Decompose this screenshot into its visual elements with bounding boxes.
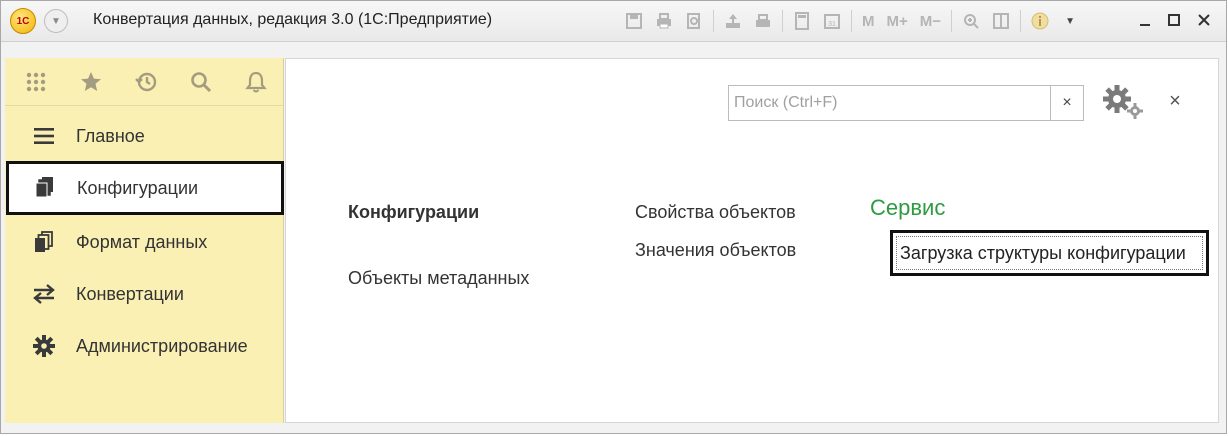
app-window: 1С ▼ Конвертация данных, редакция 3.0 (1…	[0, 0, 1227, 434]
arrows-exchange-icon	[32, 282, 56, 306]
menu-lines-icon	[32, 124, 56, 148]
search-input[interactable]	[729, 86, 1051, 120]
calculator-icon[interactable]	[791, 10, 813, 32]
gears-icon	[1103, 85, 1143, 119]
section-label: Конвертации	[76, 283, 184, 304]
functions-panel: × × Конфигурации Объекты метаданных Свой…	[285, 58, 1219, 423]
close-panel-button[interactable]: ×	[1164, 90, 1186, 112]
memory-subtract-button[interactable]: M−	[920, 13, 941, 30]
section-label: Формат данных	[76, 231, 208, 252]
calendar-icon[interactable]: 31	[821, 10, 843, 32]
search-box: ×	[728, 85, 1084, 121]
calendar-day: 31	[828, 21, 836, 28]
memory-button[interactable]: M	[862, 13, 875, 30]
close-window-button[interactable]	[1192, 7, 1216, 33]
title-bar: 1С ▼ Конвертация данных, редакция 3.0 (1…	[1, 1, 1226, 42]
apps-grid-icon[interactable]	[22, 68, 50, 96]
title-toolbar: 31 M M+ M− ▼	[619, 7, 1085, 35]
main-menu-button[interactable]: ▼	[44, 9, 68, 33]
memory-add-button[interactable]: M+	[887, 13, 908, 30]
link-object-values[interactable]: Значения объектов	[635, 240, 796, 261]
link-label: Загрузка структуры конфигурации	[900, 243, 1186, 263]
bell-icon[interactable]	[242, 68, 270, 96]
section-data-format[interactable]: Формат данных	[5, 216, 283, 268]
print-icon[interactable]	[653, 10, 675, 32]
link-load-config-structure[interactable]: Загрузка структуры конфигурации	[890, 230, 1209, 276]
documents-icon	[33, 175, 57, 199]
sidebar-toolbar	[5, 58, 283, 106]
search-clear-button[interactable]: ×	[1050, 86, 1083, 120]
section-main[interactable]: Главное	[5, 110, 283, 162]
star-icon[interactable]	[77, 68, 105, 96]
zoom-icon[interactable]	[960, 10, 982, 32]
toolbar-separator	[713, 10, 714, 32]
section-administration[interactable]: Администрирование	[5, 320, 283, 372]
toolbar-separator	[782, 10, 783, 32]
window-title: Конвертация данных, редакция 3.0 (1С:Пре…	[93, 11, 493, 28]
fax-icon[interactable]	[752, 10, 774, 32]
app-logo: 1С	[10, 8, 36, 34]
close-icon: ×	[1169, 89, 1181, 112]
upload-icon[interactable]	[722, 10, 744, 32]
toolbar-separator	[951, 10, 953, 32]
minimize-button[interactable]	[1133, 7, 1157, 33]
link-metadata-objects[interactable]: Объекты метаданных	[348, 268, 529, 289]
sections-panel: Главное Конфигурации Формат данных Конве…	[5, 58, 284, 423]
documents-icon	[32, 230, 56, 254]
chevron-down-icon: ▼	[51, 15, 61, 27]
caret-down-icon[interactable]: ▼	[1059, 10, 1081, 32]
info-icon[interactable]	[1029, 10, 1051, 32]
history-icon[interactable]	[132, 68, 160, 96]
maximize-button[interactable]	[1162, 7, 1186, 33]
section-conversions[interactable]: Конвертации	[5, 268, 283, 320]
gear-icon	[32, 334, 56, 358]
settings-button[interactable]	[1102, 84, 1144, 120]
section-configurations[interactable]: Конфигурации	[6, 161, 284, 215]
toolbar-separator	[851, 10, 852, 32]
print-preview-icon[interactable]	[683, 10, 705, 32]
toolbar-separator	[1020, 10, 1022, 32]
search-icon[interactable]	[187, 68, 215, 96]
section-label: Конфигурации	[77, 177, 199, 198]
group-header-service: Сервис	[870, 195, 946, 220]
close-icon: ×	[1062, 94, 1072, 111]
section-label: Администрирование	[76, 335, 248, 356]
panels-icon[interactable]	[990, 10, 1012, 32]
group-header-configurations: Конфигурации	[348, 202, 480, 222]
save-icon[interactable]	[623, 10, 645, 32]
link-object-properties[interactable]: Свойства объектов	[635, 202, 796, 223]
section-label: Главное	[76, 125, 145, 146]
